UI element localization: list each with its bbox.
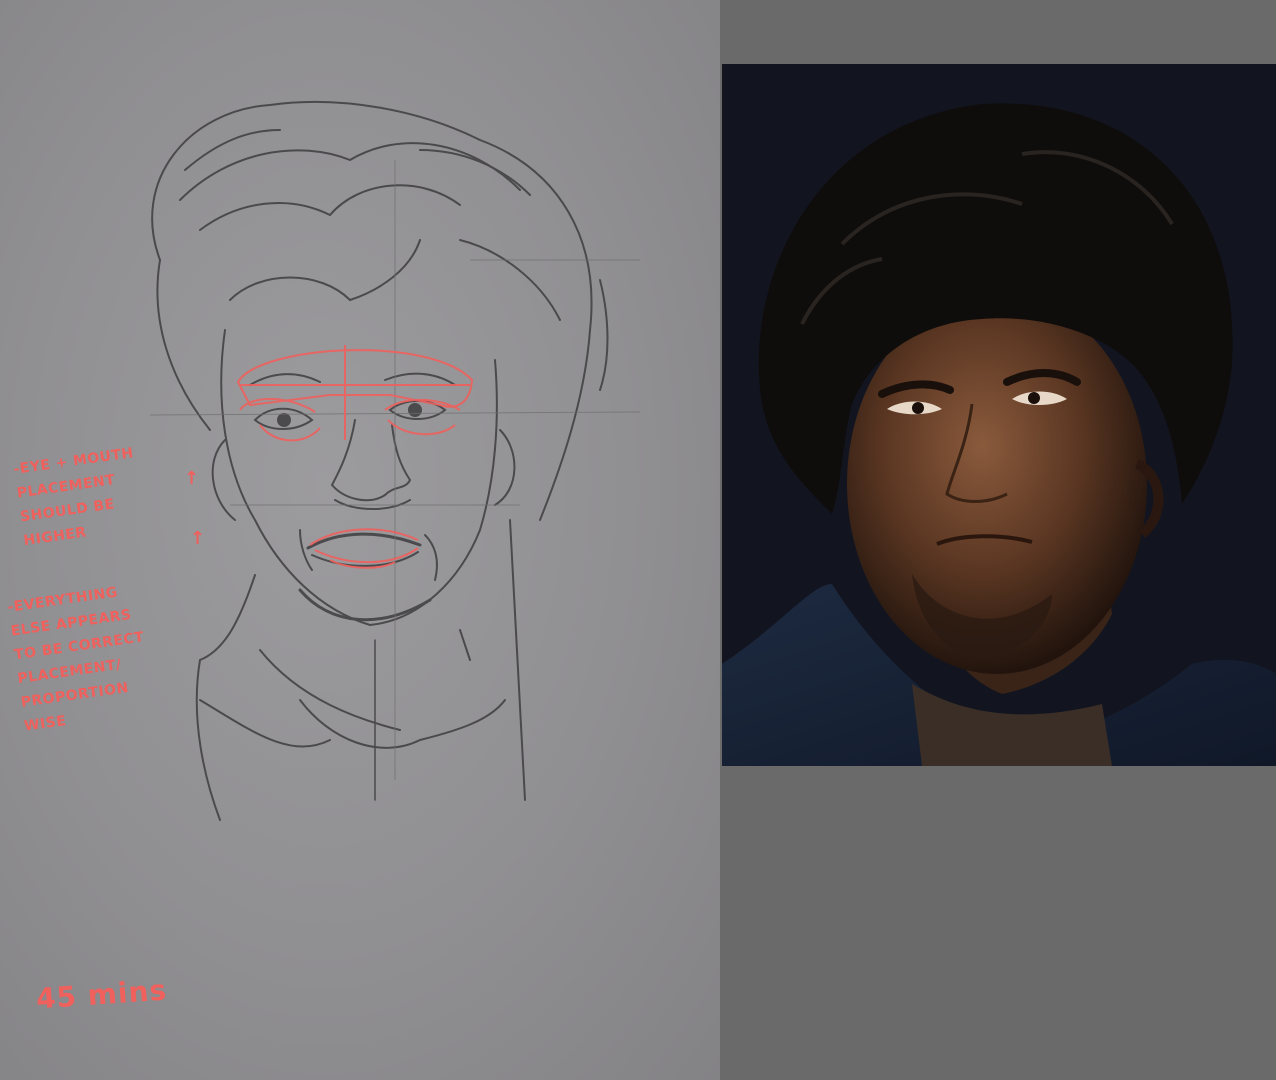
reference-photo	[722, 64, 1276, 766]
annotation-note-proportion: -EVERYTHING ELSE APPEARS TO BE CORRECT P…	[6, 584, 146, 735]
pencil-sketch-panel: -EYE + MOUTH PLACEMENT SHOULD BE HIGHER …	[0, 0, 720, 1080]
annotation-note-placement: -EYE + MOUTH PLACEMENT SHOULD BE HIGHER	[12, 445, 135, 550]
annotation-up-arrow-1: ↑	[184, 468, 200, 489]
annotation-up-arrow-2: ↑	[190, 528, 206, 549]
reference-portrait-illustration	[722, 64, 1276, 766]
